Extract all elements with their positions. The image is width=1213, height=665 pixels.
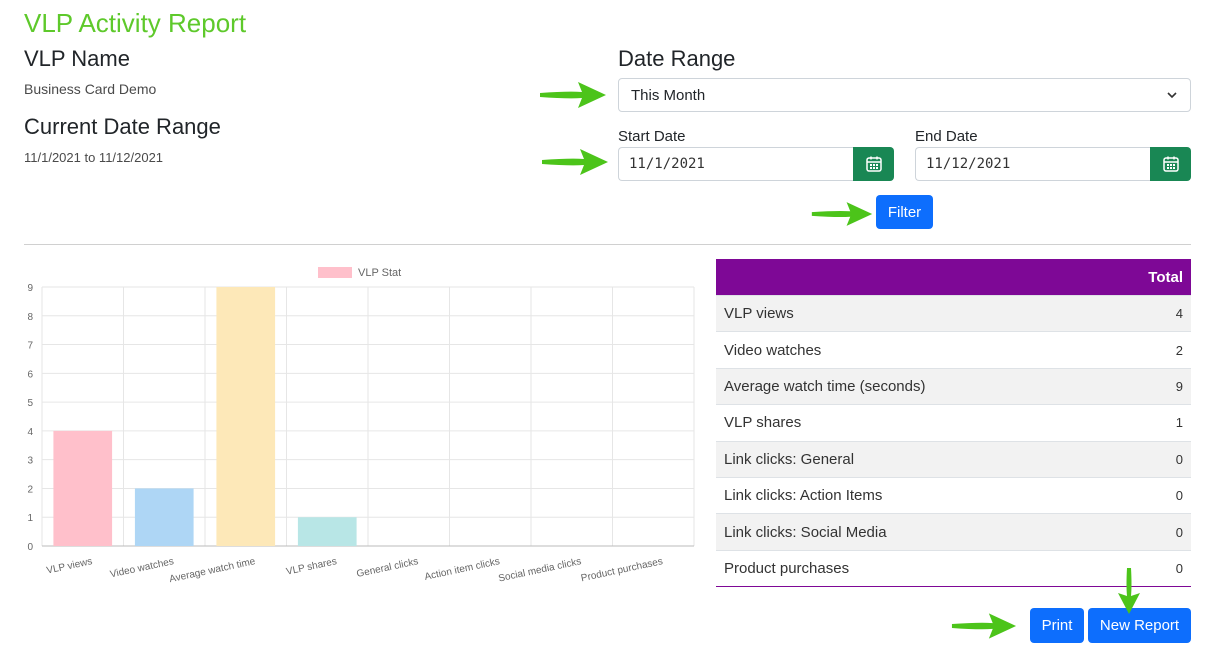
- current-range-value: 11/1/2021 to 11/12/2021: [24, 150, 164, 165]
- start-date-calendar-button[interactable]: [853, 147, 894, 181]
- table-body: VLP views 4 Video watches 2 Average watch ti…: [716, 295, 1191, 586]
- arrow-down-icon: [1118, 568, 1140, 614]
- calendar-icon: [865, 156, 882, 172]
- table-header: Total: [716, 259, 1191, 295]
- table-row: Video watches 2: [716, 331, 1191, 367]
- row-label: Link clicks: General: [724, 450, 855, 468]
- row-value: 0: [1175, 451, 1183, 467]
- current-range-heading: Current Date Range: [24, 114, 221, 139]
- end-date-input[interactable]: 11/12/2021: [915, 147, 1150, 181]
- table-row: Link clicks: Social Media 0: [716, 513, 1191, 550]
- chart-bar: [53, 430, 113, 546]
- row-value: 2: [1175, 342, 1183, 358]
- x-tick-label: Video watches: [109, 556, 175, 580]
- row-label: Link clicks: Action Items: [724, 487, 883, 505]
- table-row: Average watch time (seconds) 9: [716, 367, 1191, 405]
- chevron-down-icon: [1167, 92, 1177, 99]
- table-row: Link clicks: General 0: [716, 440, 1191, 477]
- page-title: VLP Activity Report: [24, 8, 247, 38]
- x-tick-label: Action item clicks: [424, 556, 501, 583]
- y-tick-label: 5: [27, 398, 33, 409]
- x-tick-label: Product purchases: [580, 556, 664, 584]
- table-header-total: Total: [1148, 268, 1183, 286]
- y-tick-label: 7: [27, 341, 33, 352]
- x-tick-label: Social media clicks: [497, 556, 582, 584]
- date-range-select[interactable]: This Month: [618, 78, 1191, 112]
- y-tick-label: 9: [27, 283, 33, 294]
- legend-swatch: [318, 267, 352, 278]
- y-tick-label: 2: [27, 484, 33, 495]
- table-row: VLP shares 1: [716, 404, 1191, 440]
- y-tick-label: 6: [27, 369, 33, 380]
- calendar-icon: [1162, 156, 1179, 172]
- x-tick-label: VLP views: [46, 556, 94, 576]
- y-tick-label: 1: [27, 513, 33, 524]
- legend-label: VLP Stat: [358, 267, 401, 279]
- row-label: VLP views: [724, 305, 794, 323]
- start-date-group: 11/1/2021: [618, 147, 894, 181]
- table-row: Link clicks: Action Items 0: [716, 476, 1191, 513]
- end-date-group: 11/12/2021: [915, 147, 1191, 181]
- y-tick-label: 3: [27, 456, 33, 467]
- arrow-right-icon: [542, 149, 608, 175]
- date-range-heading: Date Range: [618, 46, 736, 71]
- row-value: 4: [1175, 306, 1183, 322]
- row-value: 9: [1175, 378, 1183, 394]
- arrow-right-icon: [811, 202, 873, 226]
- filter-button[interactable]: Filter: [876, 195, 933, 229]
- section-divider: [24, 244, 1191, 245]
- row-value: 0: [1175, 524, 1183, 540]
- chart-bar: [297, 517, 357, 546]
- vlp-stat-chart: 0 1 2 3 4 5 6 7 8 9 VLP views Video watchesAverage …: [27, 267, 695, 585]
- arrow-right-icon: [540, 82, 606, 108]
- row-label: Video watches: [724, 341, 822, 359]
- table-row: VLP views 4: [716, 295, 1191, 332]
- vlp-name-value: Business Card Demo: [24, 81, 157, 97]
- print-button[interactable]: Print: [1030, 608, 1084, 643]
- date-range-selected: This Month: [631, 86, 706, 104]
- x-tick-label: General clicks: [356, 556, 420, 580]
- y-tick-label: 8: [27, 312, 33, 323]
- chart-bar: [216, 287, 276, 546]
- row-label: Average watch time (seconds): [724, 377, 926, 395]
- row-label: Product purchases: [724, 559, 850, 577]
- row-label: Link clicks: Social Media: [724, 523, 887, 541]
- end-date-label: End Date: [915, 128, 978, 145]
- row-value: 1: [1175, 415, 1183, 431]
- x-tick-label: Average watch time: [168, 556, 256, 585]
- start-date-label: Start Date: [618, 128, 686, 145]
- y-tick-label: 0: [27, 542, 33, 553]
- chart-bar: [134, 488, 194, 546]
- arrow-right-icon: [951, 613, 1017, 639]
- x-tick-label: VLP shares: [285, 556, 338, 577]
- vlp-name-heading: VLP Name: [24, 46, 130, 71]
- row-label: VLP shares: [724, 414, 802, 432]
- end-date-calendar-button[interactable]: [1150, 147, 1191, 181]
- row-value: 0: [1175, 488, 1183, 504]
- start-date-input[interactable]: 11/1/2021: [618, 147, 853, 181]
- row-value: 0: [1175, 560, 1183, 576]
- y-tick-label: 4: [27, 427, 33, 438]
- stats-table: Total VLP views 4 Video watches 2 Average wa…: [716, 259, 1191, 588]
